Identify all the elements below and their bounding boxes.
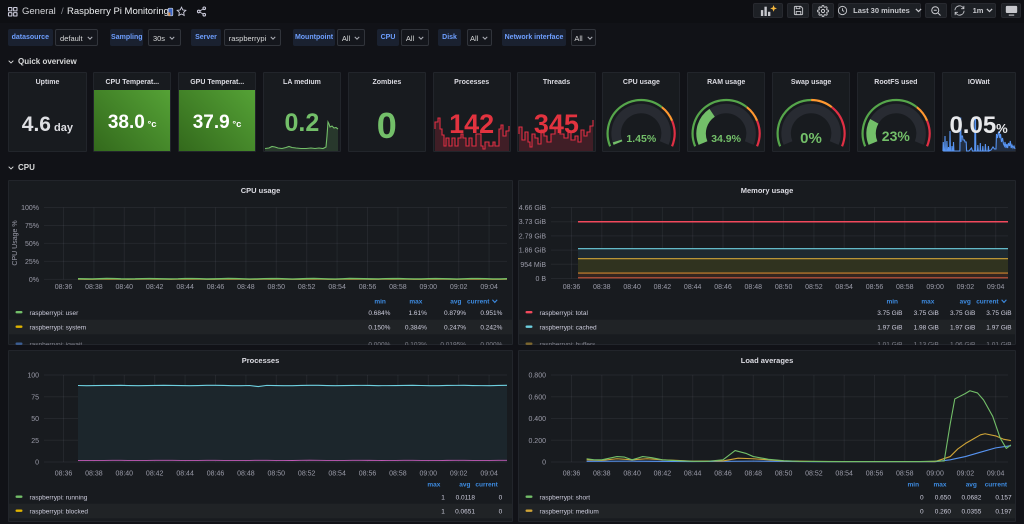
svg-text:0: 0 <box>920 509 924 516</box>
svg-text:raspberrypi: short: raspberrypi: short <box>540 495 591 502</box>
svg-text:current: current <box>985 482 1008 489</box>
svg-text:0.260: 0.260 <box>935 509 952 516</box>
svg-text:0.650: 0.650 <box>935 495 952 502</box>
svg-text:0.0682: 0.0682 <box>962 495 982 502</box>
svg-text:0.0355: 0.0355 <box>962 509 982 516</box>
svg-text:0.197: 0.197 <box>995 509 1012 516</box>
svg-text:0.157: 0.157 <box>995 495 1012 502</box>
svg-text:0: 0 <box>920 495 924 502</box>
svg-text:min: min <box>908 482 920 489</box>
svg-text:max: max <box>933 482 946 489</box>
svg-text:avg: avg <box>966 482 977 489</box>
svg-text:raspberrypi: medium: raspberrypi: medium <box>540 509 599 516</box>
